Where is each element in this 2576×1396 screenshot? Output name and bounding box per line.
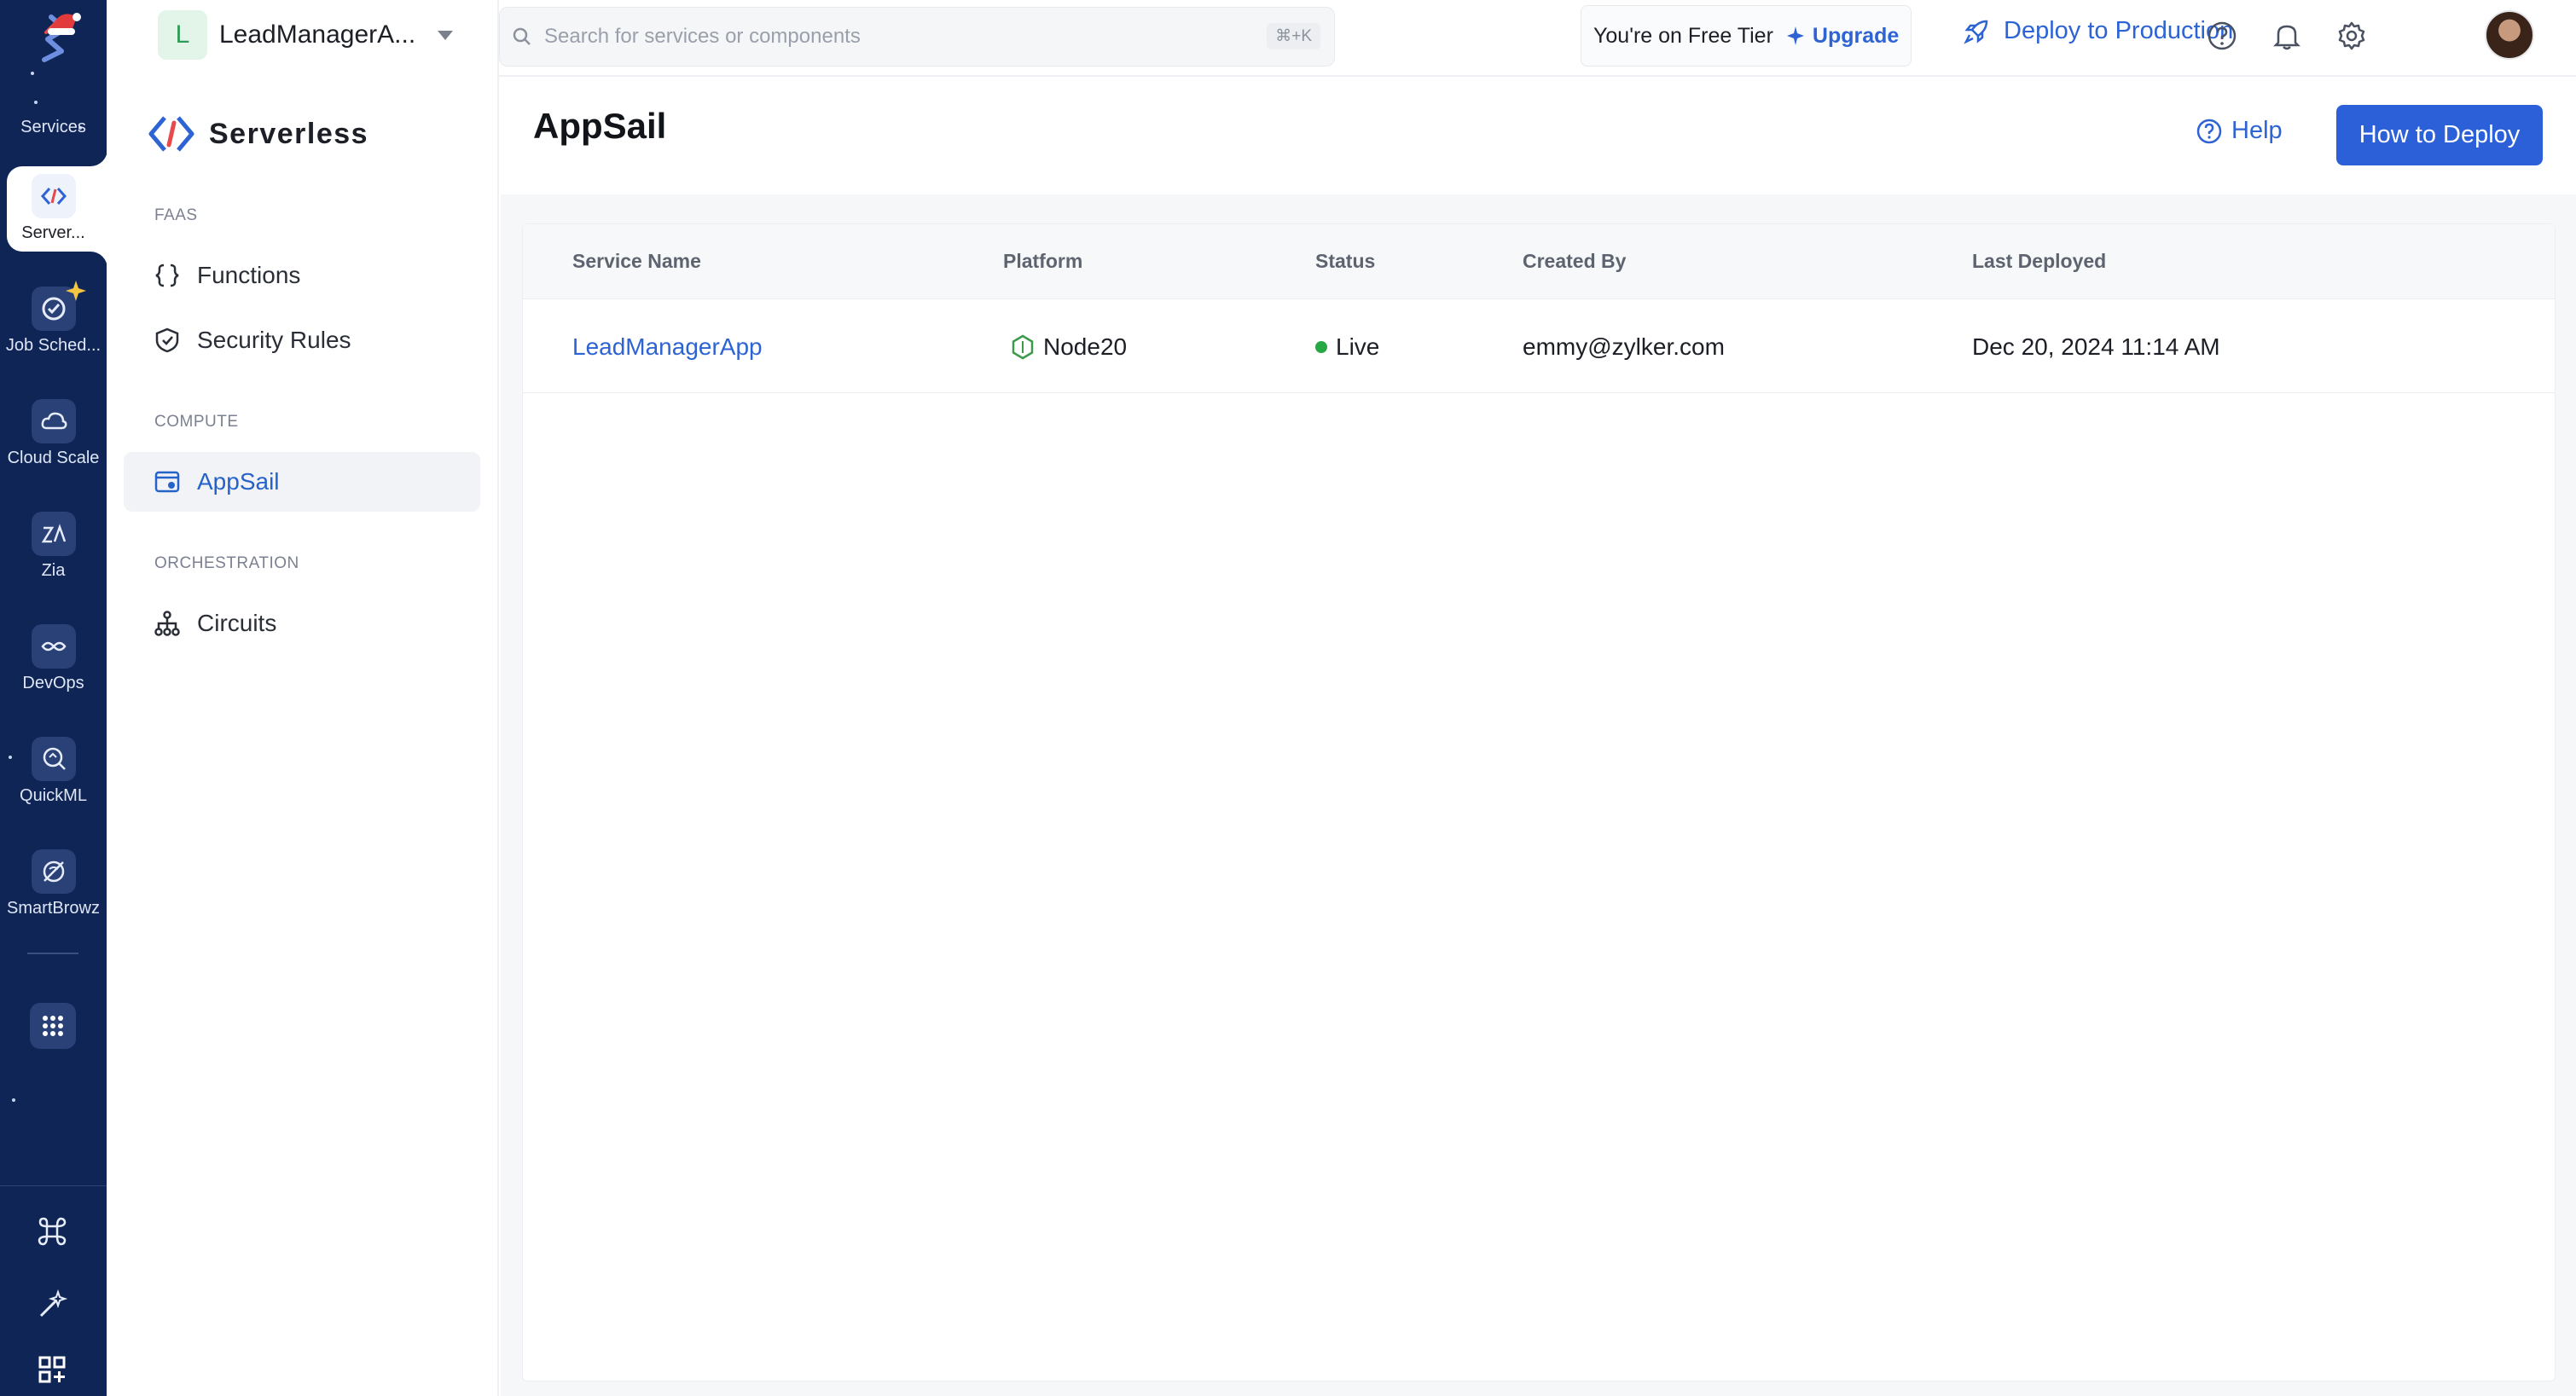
search-shortcut: ⌘+K bbox=[1267, 23, 1320, 49]
rocket-icon bbox=[1964, 20, 1988, 44]
status-label: Live bbox=[1336, 333, 1380, 360]
column-created-by[interactable]: Created By bbox=[1523, 250, 1626, 273]
chevron-down-icon bbox=[438, 30, 454, 40]
rail-item-label: Services bbox=[20, 118, 86, 136]
serverless-logo-icon bbox=[148, 116, 194, 152]
decor-star bbox=[31, 72, 34, 75]
app-rail: Services Server... Job Sched... Cloud Sc… bbox=[0, 0, 107, 1396]
rail-active-curve bbox=[90, 149, 107, 166]
rail-item-devops[interactable]: DevOps bbox=[0, 624, 107, 693]
circuit-icon bbox=[154, 611, 180, 636]
rail-item-quickml[interactable]: QuickML bbox=[0, 737, 107, 806]
avatar[interactable] bbox=[2485, 10, 2534, 60]
rail-item-cloud-scale[interactable]: Cloud Scale bbox=[0, 399, 107, 468]
quickml-icon bbox=[31, 737, 76, 781]
smartbrowz-icon bbox=[31, 849, 76, 894]
section-faas: FAAS bbox=[154, 206, 198, 224]
column-platform[interactable]: Platform bbox=[1003, 250, 1082, 273]
upgrade-label: Upgrade bbox=[1812, 23, 1900, 48]
created-by-cell: emmy@zylker.com bbox=[1523, 333, 1725, 360]
tier-text: You're on Free Tier bbox=[1593, 23, 1773, 48]
section-orchestration: ORCHESTRATION bbox=[154, 554, 299, 572]
top-bar: Search for services or components ⌘+K Yo… bbox=[499, 0, 2576, 77]
decor-star bbox=[12, 1098, 15, 1102]
help-label: Help bbox=[2231, 117, 2283, 144]
gear-icon[interactable] bbox=[2333, 17, 2370, 55]
sidebar-item-circuits[interactable]: Circuits bbox=[124, 594, 480, 653]
sidebar-title-text: Serverless bbox=[209, 117, 369, 150]
column-last-deployed[interactable]: Last Deployed bbox=[1972, 250, 2106, 273]
rail-divider bbox=[27, 953, 78, 954]
page-title: AppSail bbox=[533, 106, 667, 146]
decor-star bbox=[34, 101, 38, 104]
column-status[interactable]: Status bbox=[1315, 250, 1375, 273]
santa-hat-icon bbox=[44, 5, 82, 40]
rail-item-label: QuickML bbox=[20, 786, 87, 805]
search-placeholder: Search for services or components bbox=[544, 25, 861, 48]
rail-item-serverless[interactable]: Server... bbox=[0, 174, 107, 243]
command-icon[interactable] bbox=[36, 1215, 68, 1252]
appsail-icon bbox=[154, 471, 180, 493]
deploy-label: Deploy to Production bbox=[2004, 17, 2234, 44]
help-circle-icon bbox=[2196, 119, 2222, 143]
cloud-scale-icon bbox=[31, 399, 76, 443]
status-dot bbox=[1315, 341, 1327, 353]
deploy-to-production-button[interactable]: Deploy to Production bbox=[1963, 17, 2233, 45]
sidebar-item-label: Security Rules bbox=[197, 327, 351, 353]
shield-icon bbox=[155, 327, 179, 353]
search-input[interactable]: Search for services or components ⌘+K bbox=[499, 7, 1335, 67]
sidebar-item-label: AppSail bbox=[197, 468, 280, 495]
column-service-name[interactable]: Service Name bbox=[572, 250, 701, 273]
rail-item-job-scheduling[interactable]: Job Sched... bbox=[0, 287, 107, 356]
bell-icon[interactable] bbox=[2268, 17, 2306, 55]
rail-item-label: Zia bbox=[41, 561, 66, 580]
project-avatar: L bbox=[158, 10, 207, 60]
serverless-icon bbox=[31, 174, 76, 218]
sidebar-title: Serverless bbox=[148, 113, 368, 155]
platform-label: Node20 bbox=[1043, 333, 1128, 360]
section-compute: COMPUTE bbox=[154, 413, 239, 431]
sidebar-item-appsail[interactable]: AppSail bbox=[124, 452, 480, 512]
table-row[interactable]: LeadManagerApp Node20 Live emmy@zylker.c… bbox=[523, 299, 2555, 393]
services-table: Service Name Platform Status Created By … bbox=[522, 223, 2556, 1382]
rail-item-smartbrowz[interactable]: SmartBrowz bbox=[0, 849, 107, 918]
rail-active-curve bbox=[90, 252, 107, 269]
devops-icon bbox=[31, 624, 76, 669]
sidebar-item-security-rules[interactable]: Security Rules bbox=[124, 310, 480, 370]
rail-item-label: SmartBrowz bbox=[7, 899, 100, 918]
rail-item-services[interactable]: Services bbox=[0, 118, 107, 137]
project-name: LeadManagerA... bbox=[219, 20, 416, 49]
sidebar-item-label: Circuits bbox=[197, 610, 277, 636]
sparkle-icon bbox=[1786, 26, 1804, 45]
free-tier-banner: You're on Free Tier Upgrade bbox=[1581, 5, 1912, 67]
rail-item-label: Job Sched... bbox=[5, 336, 102, 355]
rail-item-label: Cloud Scale bbox=[7, 449, 100, 467]
platform-cell: Node20 bbox=[1011, 333, 1127, 361]
sidebar-item-functions[interactable]: Functions bbox=[124, 246, 480, 305]
how-to-deploy-button[interactable]: How to Deploy bbox=[2336, 105, 2543, 165]
braces-icon bbox=[155, 264, 179, 287]
service-name-link[interactable]: LeadManagerApp bbox=[572, 333, 763, 361]
nodejs-icon bbox=[1012, 334, 1034, 360]
add-widget-icon[interactable] bbox=[38, 1355, 67, 1388]
rail-item-label: DevOps bbox=[22, 674, 84, 692]
sparkle-icon bbox=[65, 280, 87, 306]
rail-bottom-tools bbox=[0, 1185, 107, 1396]
apps-grid-icon[interactable] bbox=[30, 1003, 76, 1049]
zia-icon bbox=[31, 512, 76, 556]
table-header: Service Name Platform Status Created By … bbox=[523, 224, 2555, 299]
last-deployed-cell: Dec 20, 2024 11:14 AM bbox=[1972, 333, 2220, 360]
rail-item-label: Server... bbox=[21, 223, 85, 242]
help-button[interactable]: Help bbox=[2196, 117, 2283, 145]
upgrade-link[interactable]: Upgrade bbox=[1785, 24, 1899, 49]
status-badge: Live bbox=[1315, 333, 1379, 361]
search-icon bbox=[513, 27, 531, 45]
magic-wand-icon[interactable] bbox=[36, 1289, 68, 1325]
rail-item-zia[interactable]: Zia bbox=[0, 512, 107, 581]
project-switcher[interactable]: L LeadManagerA... bbox=[158, 10, 454, 60]
help-circle-icon[interactable] bbox=[2203, 17, 2241, 55]
sidebar-item-label: Functions bbox=[197, 262, 301, 288]
serverless-sidebar: L LeadManagerA... Serverless FAAS Functi… bbox=[107, 0, 499, 1396]
